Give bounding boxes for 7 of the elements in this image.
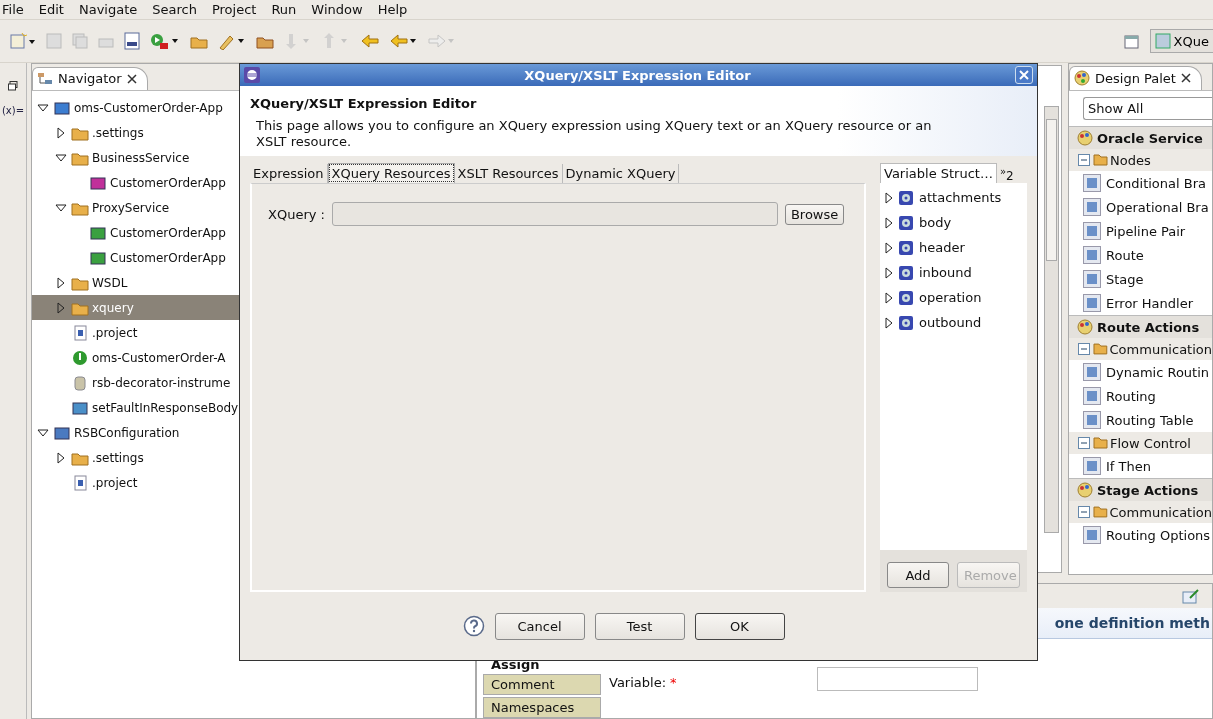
field-label: XQuery : — [268, 206, 325, 222]
dialog-heading: XQuery/XSLT Expression Editor — [250, 96, 478, 111]
field-label: Variable: * — [609, 675, 677, 690]
dialog-description: This page allows you to configure an XQuery expression using XQuery text or an XQuery resource or an XSLT resource. — [256, 118, 933, 150]
section-title: Assign — [491, 657, 541, 672]
section-heading: one definition meth — [1054, 615, 1210, 631]
dialog-title: XQuery/XSLT Expression Editor — [523, 67, 752, 83]
